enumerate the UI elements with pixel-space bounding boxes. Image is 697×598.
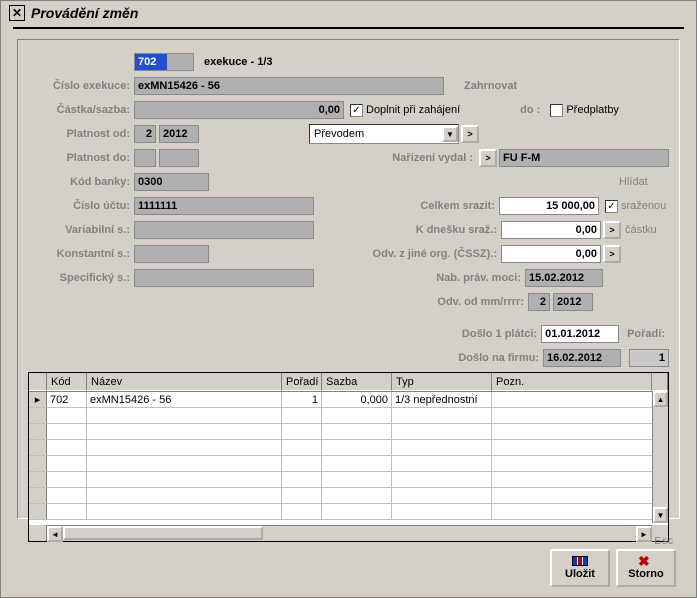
platnost-do-month[interactable] [134,149,156,167]
predplatby-checkbox[interactable] [550,104,563,117]
cell-sazba: 0,000 [322,392,392,407]
platnost-do-year[interactable] [159,149,199,167]
narizeni-lookup-button[interactable]: > [479,149,497,167]
platnost-od-month[interactable]: 2 [134,125,156,143]
doslo1-label: Došlo 1 plátci: [462,328,541,340]
castka-field[interactable]: 0,00 [134,101,344,119]
odvjine-button[interactable]: > [603,245,621,263]
cancel-button[interactable]: ✖ Storno [616,549,676,587]
narizeni-label: Nařízení vydal : [392,152,477,164]
col-poradi[interactable]: Pořadí [282,373,322,391]
specificky-label: Specifický s.: [28,272,134,284]
odvod-month[interactable]: 2 [528,293,550,311]
row-selector-icon[interactable]: ▸ [29,392,47,407]
kdnesku-button[interactable]: > [603,221,621,239]
kdnesku-label: K dnešku sraž.: [416,224,501,236]
save-button-label: Uložit [565,568,595,580]
specificky-field[interactable] [134,269,314,287]
table-row[interactable]: ▸ 702 exMN15426 - 56 1 0,000 1/3 nepředn… [29,392,668,408]
cell-typ: 1/3 nepřednostní [392,392,492,407]
scroll-up-icon[interactable]: ▲ [653,391,668,407]
prevod-value: Převodem [310,128,442,140]
code-field[interactable]: 702 [134,53,194,71]
col-pozn[interactable]: Pozn. [492,373,652,391]
prevod-lookup-button[interactable]: > [461,125,479,143]
save-button[interactable]: Uložit [550,549,610,587]
col-sazba[interactable]: Sazba [322,373,392,391]
scroll-down-icon[interactable]: ▼ [653,507,668,523]
prevod-combo[interactable]: Převodem ▼ [309,124,459,144]
castka-label: Částka/sazba: [28,104,134,116]
cell-nazev: exMN15426 - 56 [87,392,282,407]
cancel-icon: ✖ [638,556,654,566]
odvjine-label: Odv. z jiné org. (ČSSZ).: [373,248,501,260]
window-title: Provádění změn [31,5,138,21]
hlidat-label: Hlídat [619,176,669,188]
zahrnovat-label: Zahrnovat [464,80,521,92]
predplatby-label: Předplatby [566,104,619,116]
cell-pozn [492,392,668,407]
variabilni-label: Variabilní s.: [28,224,134,236]
odvod-year[interactable]: 2012 [553,293,593,311]
do-label: do : [520,104,544,116]
nabprav-field[interactable]: 15.02.2012 [525,269,603,287]
col-kod[interactable]: Kód [47,373,87,391]
kod-banky-field[interactable]: 0300 [134,173,209,191]
col-nazev[interactable]: Název [87,373,282,391]
platnost-od-year[interactable]: 2012 [159,125,199,143]
variabilni-field[interactable] [134,221,314,239]
celkem-label: Celkem srazit: [420,200,499,212]
celkem-field[interactable]: 15 000,00 [499,197,599,215]
esc-hint: Esc [654,536,674,547]
title-divider [13,27,684,29]
konstantni-field[interactable] [134,245,209,263]
cell-kod: 702 [47,392,87,407]
poradi-field[interactable]: 1 [629,349,669,367]
cislo-exekuce-field[interactable]: exMN15426 - 56 [134,77,444,95]
doslo1-field[interactable]: 01.01.2012 [541,325,619,343]
nabprav-label: Nab. práv. moci: [436,272,525,284]
odvjine-field[interactable]: 0,00 [501,245,601,263]
horizontal-scrollbar[interactable]: ◄ ► [47,525,652,541]
code-description: exekuce - 1/3 [204,56,273,68]
platnost-do-label: Platnost do: [28,152,134,164]
vertical-scrollbar[interactable]: ▲ ▼ [652,391,668,523]
castku-label: částku [625,224,669,236]
scroll-left-icon[interactable]: ◄ [47,526,63,542]
kdnesku-field[interactable]: 0,00 [501,221,601,239]
save-icon [572,556,588,566]
hlidat-checkbox[interactable]: ✓ [605,200,618,213]
data-grid[interactable]: Kód Název Pořadí Sazba Typ Pozn. ▸ 702 e… [28,372,669,542]
kod-banky-label: Kód banky: [28,176,134,188]
chevron-down-icon[interactable]: ▼ [442,126,458,142]
doslofirmu-field[interactable]: 16.02.2012 [543,349,621,367]
doplnit-checkbox[interactable]: ✓ [350,104,363,117]
narizeni-field[interactable]: FU F-M [499,149,669,167]
close-button[interactable]: ✕ [9,5,25,21]
col-typ[interactable]: Typ [392,373,492,391]
cell-poradi: 1 [282,392,322,407]
cislo-exekuce-label: Číslo exekuce: [28,80,134,92]
scroll-right-icon[interactable]: ► [636,526,652,542]
srazenou-label: sraženou [621,200,669,212]
poradi-label: Pořadí: [627,328,669,340]
cancel-button-label: Storno [628,568,663,580]
platnost-od-label: Platnost od: [28,128,134,140]
cislo-uctu-field[interactable]: 1111111 [134,197,314,215]
doslofirmu-label: Došlo na firmu: [458,352,543,364]
odvod-label: Odv. od mm/rrrr: [437,296,528,308]
doplnit-label: Doplnit při zahájení [366,104,460,116]
konstantni-label: Konstantní s.: [28,248,134,260]
cislo-uctu-label: Číslo účtu: [28,200,134,212]
code-value: 702 [135,54,167,70]
scroll-thumb[interactable] [63,526,263,540]
